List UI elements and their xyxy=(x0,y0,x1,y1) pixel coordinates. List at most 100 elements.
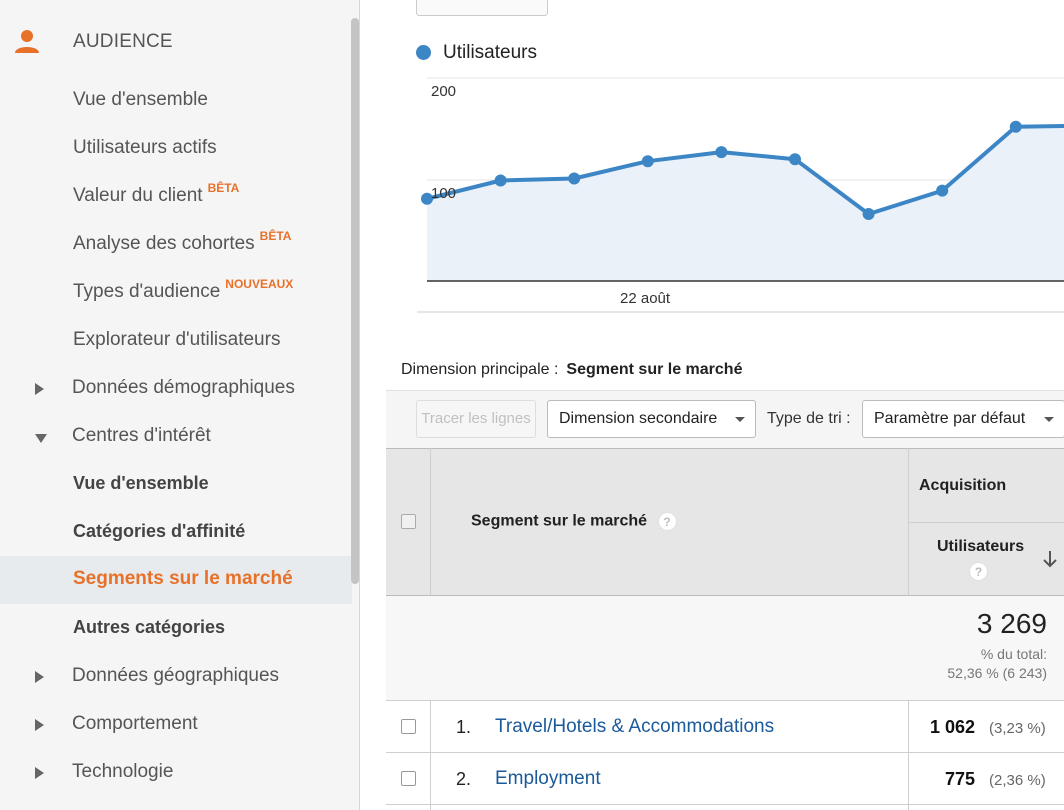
primary-dimension-label: Dimension principale : xyxy=(401,361,559,378)
sort-type-label: Type de tri : xyxy=(767,410,851,427)
expand-down-icon xyxy=(35,434,47,443)
header-group-acquisition: Acquisition xyxy=(909,448,1064,522)
dropdown-label: Dimension secondaire xyxy=(559,410,718,427)
row-checkbox[interactable] xyxy=(401,719,416,734)
select-all-checkbox[interactable] xyxy=(401,514,416,529)
expand-right-icon xyxy=(35,383,44,395)
sort-type-dropdown[interactable]: Paramètre par défaut xyxy=(862,400,1064,438)
sidebar-section-audience[interactable]: AUDIENCE xyxy=(0,18,350,64)
sidebar-item-label: Centres d'intérêt xyxy=(72,425,211,446)
chevron-down-icon xyxy=(735,417,745,422)
sidebar-item-vue-ensemble[interactable]: Vue d'ensemble xyxy=(0,77,352,125)
row-users-value: 775 xyxy=(944,769,975,789)
sidebar-item-label: Technologie xyxy=(72,761,174,782)
sidebar-scrollbar[interactable] xyxy=(351,18,359,584)
sidebar-item-label: Données démographiques xyxy=(72,377,295,398)
header-dimension-cell[interactable]: Segment sur le marché ? xyxy=(431,448,909,595)
beta-badge: BÊTA xyxy=(207,181,240,195)
header-group-label: Acquisition xyxy=(919,477,1007,494)
sidebar-item-label: Autres catégories xyxy=(73,617,226,637)
sidebar-item-text: Valeur du client BÊTA xyxy=(73,181,239,207)
row-users-pct: (2,36 %) xyxy=(989,772,1046,789)
table-toolbar: Tracer les lignes Dimension secondaire T… xyxy=(386,390,1064,448)
sidebar-item-label: Catégories d'affinité xyxy=(73,521,246,541)
table-row: 1. Travel/Hotels & Accommodations 1 062 … xyxy=(386,701,1064,752)
primary-dimension-row: Dimension principale : Segment sur le mar… xyxy=(401,361,742,379)
row-segment-link[interactable]: Employment xyxy=(495,768,601,790)
total-pct-label: % du total: xyxy=(980,646,1047,662)
data-point-7[interactable] xyxy=(862,208,875,221)
total-users-value: 3 269 xyxy=(976,608,1047,639)
header-checkbox-cell xyxy=(386,448,431,595)
sidebar-item-label: Explorateur d'utilisateurs xyxy=(73,329,281,350)
sidebar-item-label: Vue d'ensemble xyxy=(73,473,209,493)
sidebar-item-centres-interet[interactable]: Centres d'intérêt xyxy=(0,413,352,461)
users-line-chart: 200 100 22 août xyxy=(417,77,1064,313)
row-checkbox[interactable] xyxy=(401,771,416,786)
top-control-button[interactable] xyxy=(416,0,548,16)
sort-descending-arrow-icon[interactable] xyxy=(1043,550,1057,568)
sidebar-nav: AUDIENCE Vue d'ensemble Utilisateurs act… xyxy=(0,0,360,810)
data-table: Segment sur le marché ? Acquisition Util… xyxy=(386,448,1064,810)
data-point-6[interactable] xyxy=(789,153,801,166)
sidebar-item-label: Utilisateurs actifs xyxy=(73,137,217,158)
header-dimension-label: Segment sur le marché xyxy=(471,512,648,530)
sidebar-item-label: Données géographiques xyxy=(72,665,280,686)
person-icon xyxy=(15,30,39,53)
data-point-8[interactable] xyxy=(936,184,949,197)
dropdown-label: Paramètre par défaut xyxy=(874,410,1026,427)
header-metric-label: Utilisateurs xyxy=(937,538,1025,555)
sidebar-item-label: Analyse des cohortes xyxy=(73,233,255,254)
sidebar-item-analyse-cohortes[interactable]: Analyse des cohortes BÊTA xyxy=(0,221,352,269)
expand-right-icon xyxy=(35,719,44,731)
sidebar-item-valeur-client[interactable]: Valeur du client BÊTA xyxy=(0,173,352,221)
help-icon[interactable]: ? xyxy=(969,562,988,581)
sidebar-item-categories-affinite[interactable]: Catégories d'affinité xyxy=(0,509,352,557)
help-icon[interactable]: ? xyxy=(657,512,677,531)
sidebar-item-donnees-geographiques[interactable]: Données géographiques xyxy=(0,653,352,701)
x-tick-label: 22 août xyxy=(620,290,671,307)
data-point-2[interactable] xyxy=(494,174,507,187)
header-dimension-text: Segment sur le marché ? xyxy=(471,512,677,531)
chevron-down-icon xyxy=(1044,417,1054,422)
sidebar-item-label: Valeur du client xyxy=(73,185,203,206)
sidebar-item-label: Comportement xyxy=(72,713,198,734)
sidebar-section-label: AUDIENCE xyxy=(73,31,173,52)
primary-dimension-value[interactable]: Segment sur le marché xyxy=(566,361,742,378)
totals-row: 3 269 % du total: 52,36 % (6 243) xyxy=(386,596,1064,700)
sidebar-item-explorateur[interactable]: Explorateur d'utilisateurs xyxy=(0,317,352,365)
row-number: 1. xyxy=(456,717,472,737)
sidebar-item-technologie[interactable]: Technologie xyxy=(0,749,352,797)
data-point-9[interactable] xyxy=(1009,120,1022,133)
expand-right-icon xyxy=(35,671,44,683)
sidebar-item-label: Vue d'ensemble xyxy=(73,89,208,110)
header-metric-users[interactable]: Utilisateurs ? xyxy=(909,522,1064,595)
sidebar-item-text: Types d'audience NOUVEAUX xyxy=(73,277,293,303)
sidebar-item-segments-marche[interactable]: Segments sur le marché xyxy=(0,556,352,604)
row-segment-link[interactable]: Travel/Hotels & Accommodations xyxy=(495,716,774,738)
y-tick-200: 200 xyxy=(431,83,456,100)
y-tick-100: 100 xyxy=(431,185,456,202)
sidebar-item-utilisateurs-actifs[interactable]: Utilisateurs actifs xyxy=(0,125,352,173)
sidebar-item-comportement[interactable]: Comportement xyxy=(0,701,352,749)
row-users-pct: (3,23 %) xyxy=(989,720,1046,737)
plot-rows-button[interactable]: Tracer les lignes xyxy=(416,400,536,438)
sidebar-item-types-audience[interactable]: Types d'audience NOUVEAUX xyxy=(0,269,352,317)
data-point-3[interactable] xyxy=(568,172,581,185)
table-row: 2. Employment 775 (2,36 %) xyxy=(386,753,1064,804)
sidebar-item-label: Segments sur le marché xyxy=(73,568,293,589)
sidebar-item-autres-categories[interactable]: Autres catégories xyxy=(0,605,352,653)
series-area xyxy=(427,125,1064,281)
sidebar-item-interet-vue-ensemble[interactable]: Vue d'ensemble xyxy=(0,461,352,509)
expand-right-icon xyxy=(35,767,44,779)
data-point-5[interactable] xyxy=(715,146,728,159)
row-users-value: 1 062 xyxy=(929,717,975,737)
beta-badge: BÊTA xyxy=(259,229,292,243)
total-pct-value: 52,36 % (6 243) xyxy=(947,665,1047,681)
new-badge: NOUVEAUX xyxy=(225,277,294,291)
legend-series-marker xyxy=(416,45,431,60)
secondary-dimension-dropdown[interactable]: Dimension secondaire xyxy=(547,400,756,438)
data-point-4[interactable] xyxy=(641,155,654,168)
sidebar-item-donnees-demographiques[interactable]: Données démographiques xyxy=(0,365,352,413)
sidebar-item-label: Types d'audience xyxy=(73,281,221,302)
